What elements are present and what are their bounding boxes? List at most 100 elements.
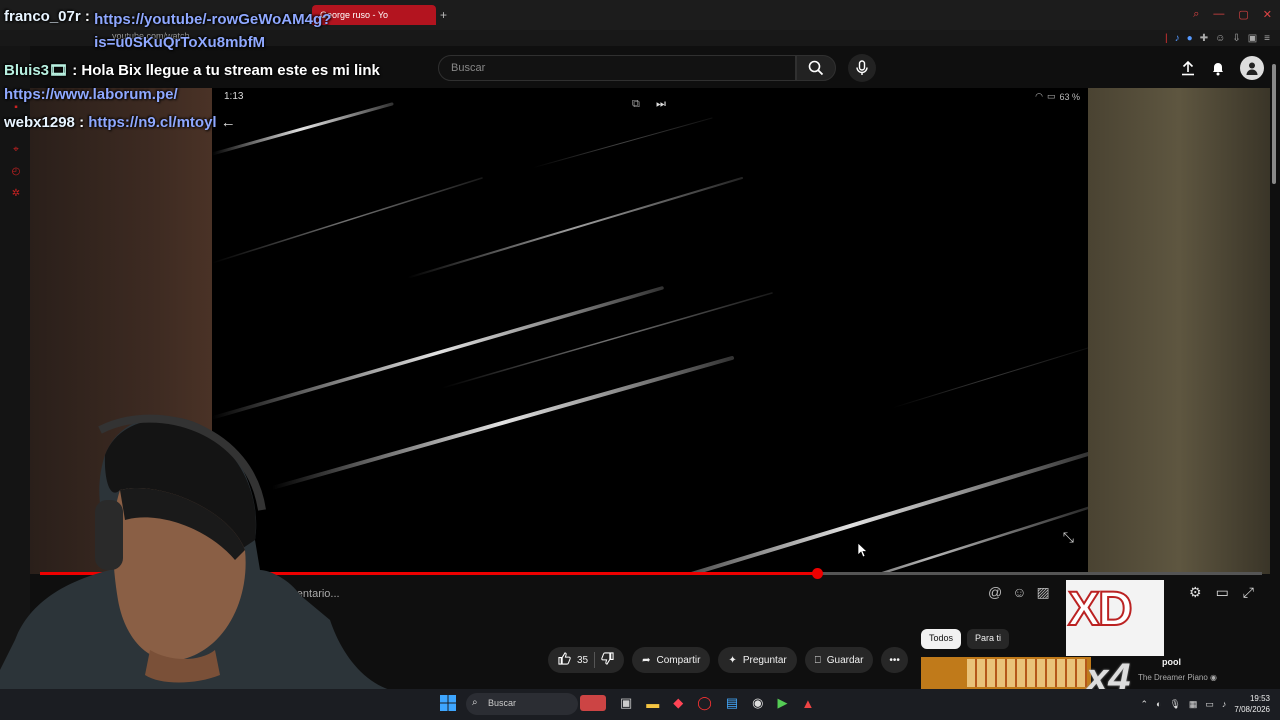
tray-app2-icon[interactable]: ▦ — [1189, 699, 1198, 710]
like-dislike-group: 35 — [548, 647, 625, 673]
emoji-icon[interactable]: ☺ — [1012, 584, 1026, 601]
theater-mode-icon[interactable]: ▭ — [1216, 584, 1229, 601]
user-icon — [1246, 62, 1258, 75]
download-icon[interactable]: ⇩ — [1232, 33, 1240, 44]
more-actions-button[interactable]: ••• — [881, 647, 908, 673]
search-button[interactable] — [796, 55, 836, 81]
extension-icon[interactable]: ● — [1187, 33, 1193, 44]
settings-gear-icon[interactable]: ⚙ — [1189, 584, 1202, 601]
taskbar-search[interactable]: Buscar — [466, 693, 578, 715]
minimize-icon[interactable]: — — [1213, 8, 1224, 21]
taskbar-apps — [440, 695, 456, 711]
sidebar-history-icon[interactable]: ◴ — [10, 166, 22, 178]
search-icon — [808, 60, 824, 76]
app-icon[interactable]: ▲ — [802, 696, 815, 711]
brave-icon[interactable]: ◆ — [673, 695, 683, 711]
chat-link[interactable]: https://n9.cl/mtoyl — [88, 114, 216, 131]
tray-app-icon[interactable]: ◐ — [1156, 699, 1161, 709]
mouse-cursor-icon — [858, 543, 868, 557]
search-tabs-icon[interactable]: ⌕ — [1193, 8, 1199, 21]
menu-icon[interactable]: ≡ — [1264, 33, 1270, 44]
chat-link[interactable]: https://youtube/-rowGeWoAM4g?is=u0SKuQrT… — [94, 8, 434, 54]
video-current-time: 1:13 — [224, 91, 244, 102]
share-button[interactable]: ➦ Compartir — [632, 647, 711, 673]
sidebar-pin-icon[interactable]: ⌖ — [10, 144, 22, 156]
fullscreen-icon[interactable]: ⤢ — [1243, 584, 1254, 601]
profile-icon[interactable]: ☺ — [1215, 33, 1225, 44]
puzzle-icon[interactable]: ✚ — [1200, 33, 1208, 44]
account-avatar[interactable] — [1240, 56, 1264, 80]
notifications-bell-icon[interactable] — [1210, 60, 1226, 76]
verified-icon: ◉ — [1210, 673, 1218, 682]
sidebar-icon-1[interactable]: ▪ — [10, 102, 22, 114]
task-view-icon[interactable]: ▣ — [620, 695, 632, 711]
close-icon[interactable]: ✕ — [1263, 8, 1272, 21]
audio-icon[interactable]: ♪ — [1175, 33, 1180, 44]
chat-username: Bluis3🎞 — [4, 62, 69, 79]
dislike-button[interactable] — [601, 652, 614, 668]
ambient-glow-right — [1088, 88, 1270, 574]
maximize-icon[interactable]: ▢ — [1238, 8, 1248, 21]
recommended-video-title[interactable]: pool — [1162, 657, 1181, 667]
divider-icon: | — [1165, 32, 1168, 44]
file-explorer-icon[interactable]: ▬ — [646, 696, 659, 711]
tray-network-icon[interactable]: ▭ — [1205, 699, 1214, 710]
chat-separator: : — [79, 114, 89, 131]
page-scrollbar[interactable] — [1270, 56, 1278, 186]
device-status: ◠ ▭ 63 % — [1035, 91, 1080, 102]
battery-percent: 63 % — [1059, 91, 1080, 102]
tray-mic-icon[interactable]: 🎙 — [1169, 699, 1180, 710]
recommended-video-thumbnail[interactable] — [921, 657, 1091, 689]
collapse-icon[interactable]: ⤡ — [1063, 529, 1074, 546]
more-icon: ••• — [889, 654, 900, 666]
scrollbar-thumb[interactable] — [1272, 64, 1276, 184]
comment-tools: @ ☺ ▨ — [988, 584, 1050, 601]
sidebar-settings-icon[interactable]: ✲ — [10, 188, 22, 200]
tray-expand-icon[interactable]: ⌃ — [1140, 699, 1148, 710]
video-actions: 35 ➦ Compartir ✦ Preguntar ⎕ Guardar ••• — [548, 647, 908, 673]
search-input[interactable]: Buscar — [438, 55, 796, 81]
ask-label: Preguntar — [742, 654, 787, 666]
chat-message-3: https://www.laborum.pe/ — [4, 86, 178, 103]
next-video-icon[interactable]: ⏭ — [656, 98, 666, 111]
thumbs-up-icon — [558, 652, 571, 665]
like-button[interactable] — [558, 652, 571, 668]
screen: George ruso - Yo + ⌕ — ▢ ✕ youtube.com/w… — [0, 0, 1280, 720]
taskbar-clock[interactable]: 19:53 7/08/2026 — [1234, 693, 1270, 715]
voice-search-button[interactable] — [848, 54, 876, 82]
miniplayer-icon[interactable]: ⧉ — [632, 98, 640, 111]
back-arrow-icon[interactable]: ← — [221, 114, 236, 131]
share-label: Compartir — [656, 654, 701, 666]
camera-icon[interactable]: ▣ — [1248, 33, 1257, 44]
chat-link[interactable]: https://www.laborum.pe/ — [4, 86, 178, 103]
windows-start-icon[interactable] — [440, 695, 456, 711]
extension-icons: | ♪ ● ✚ ☺ ⇩ ▣ ≡ — [1165, 30, 1270, 46]
opera-icon[interactable]: ◯ — [697, 695, 712, 711]
like-divider — [594, 652, 596, 668]
notepad-icon[interactable]: ▤ — [726, 695, 738, 711]
windows-taskbar: Buscar ⌕ ▣ ▬ ◆ ◯ ▤ ◉ ▶ ▲ ⌃ ◐ 🎙 ▦ ▭ ♪ 19:… — [0, 689, 1280, 720]
channel-name: The Dreamer Piano — [1138, 673, 1208, 682]
taskbar-pinned-apps: ▣ ▬ ◆ ◯ ▤ ◉ ▶ ▲ — [580, 695, 814, 711]
save-button[interactable]: ⎕ Guardar — [804, 647, 874, 673]
terminal-icon[interactable]: ▶ — [778, 695, 788, 711]
system-tray: ⌃ ◐ 🎙 ▦ ▭ ♪ 19:53 7/08/2026 — [1140, 693, 1270, 715]
battery-icon: ▭ — [1046, 91, 1056, 101]
new-tab-icon[interactable]: + — [440, 8, 447, 22]
upload-icon[interactable] — [1180, 60, 1196, 76]
chat-message-4: webx1298 : https://n9.cl/mtoyl ← — [4, 114, 236, 131]
ask-button[interactable]: ✦ Preguntar — [718, 647, 797, 673]
widgets-icon[interactable] — [580, 695, 606, 711]
recommendation-chips: Todos Para ti — [921, 629, 1010, 649]
image-icon[interactable]: ▨ — [1037, 584, 1050, 601]
chip-para-ti[interactable]: Para ti — [967, 629, 1010, 649]
thumbnail-image — [967, 659, 1087, 687]
window-controls: ⌕ — ▢ ✕ — [1193, 8, 1272, 21]
tray-volume-icon[interactable]: ♪ — [1222, 699, 1227, 709]
mention-icon[interactable]: @ — [988, 584, 1002, 601]
chip-todos[interactable]: Todos — [921, 629, 962, 649]
chat-message-1: franco_07r : https://youtube/-rowGeWoAM4… — [4, 8, 434, 54]
clock-date: 7/08/2026 — [1234, 705, 1270, 714]
sparkle-icon: ✦ — [728, 654, 737, 666]
obs-icon[interactable]: ◉ — [752, 695, 763, 711]
